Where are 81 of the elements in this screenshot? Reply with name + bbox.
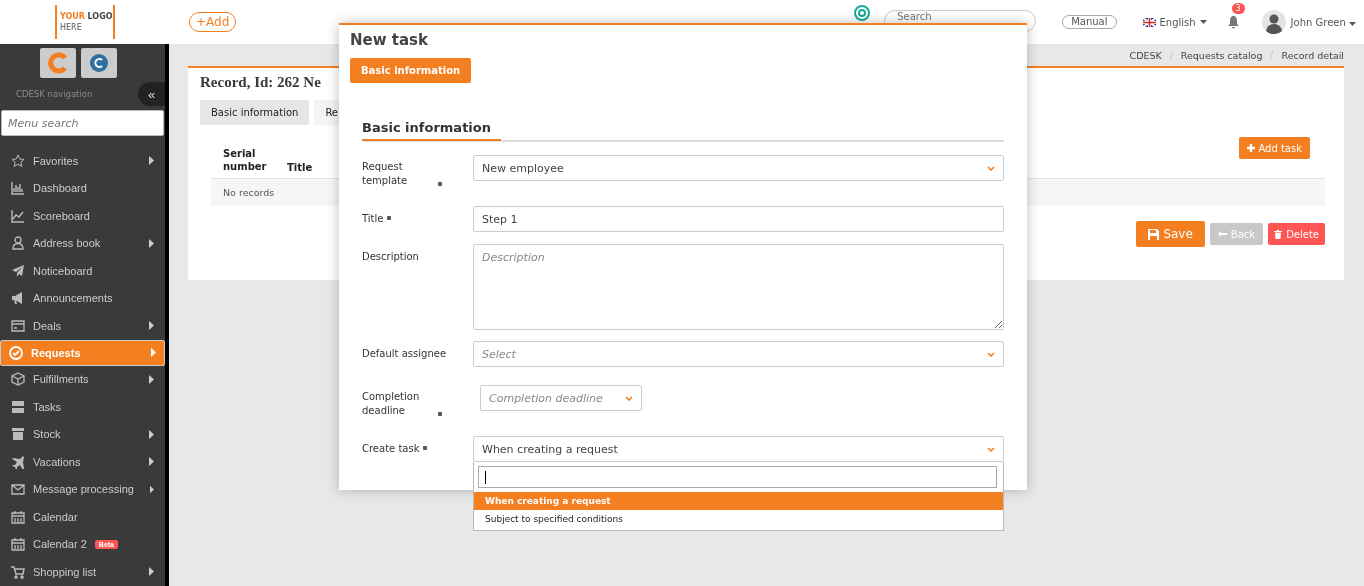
collapse-button[interactable]: « [138, 82, 165, 106]
record-title: Record, Id: 262 Ne [200, 74, 321, 91]
logo-text: LOGO [87, 12, 113, 21]
paper-plane-icon [11, 263, 25, 278]
arrow-left-icon [1217, 231, 1227, 237]
select-field[interactable]: Completion deadline [480, 385, 642, 411]
sidebar-item[interactable]: Favorites [0, 147, 165, 175]
notification-badge: 3 [1231, 3, 1245, 14]
trash-icon [1274, 229, 1283, 239]
target-icon[interactable] [854, 5, 871, 21]
select-field[interactable]: Select [473, 341, 1004, 367]
bar-chart-icon [11, 181, 25, 196]
field-label: Request template [362, 160, 409, 188]
breadcrumb-link[interactable]: Requests catalog [1180, 49, 1263, 61]
bell-icon[interactable] [1226, 15, 1240, 29]
language-dropdown[interactable]: English [1142, 16, 1207, 28]
sidebar-item[interactable]: Stock [0, 420, 165, 448]
avatar-icon[interactable] [1261, 10, 1286, 34]
column-header: Serial number [223, 147, 268, 173]
cart-icon [11, 564, 25, 579]
textarea-field[interactable]: Description [473, 244, 1004, 330]
breadcrumb-link[interactable]: Record detail [1281, 49, 1344, 61]
flag-icon [1142, 17, 1156, 27]
field-label: Completion deadline [362, 390, 421, 418]
sidebar-item[interactable]: Deals [0, 312, 165, 340]
field-label: Create task [362, 442, 420, 456]
line-chart-icon [11, 208, 25, 223]
sidebar-item[interactable]: Message processing [0, 475, 165, 503]
chevron-down-icon [987, 165, 995, 171]
caret-icon [1199, 20, 1207, 24]
logo-text: HERE [60, 22, 83, 33]
app-tile[interactable] [81, 48, 117, 78]
field-label: Default assignee [362, 347, 447, 361]
dropdown-option[interactable]: Subject to specified conditions [474, 510, 1003, 528]
c-logo-icon [47, 52, 69, 74]
sidebar-item[interactable]: Dashboard [0, 174, 165, 202]
airplane-icon [11, 454, 25, 469]
sidebar-item[interactable]: Shopping list [0, 558, 165, 586]
person-icon [11, 236, 25, 251]
archive-icon [11, 427, 25, 442]
menu-search-field[interactable]: Menu search [1, 110, 164, 136]
sidebar-item[interactable]: Noticeboard [0, 257, 165, 285]
megaphone-icon [11, 291, 25, 306]
sidebar-caption: CDESK navigation [16, 89, 93, 99]
box-icon [11, 372, 25, 387]
chevron-down-icon [987, 446, 995, 452]
logo-text: YOUR [60, 12, 85, 21]
tab[interactable]: Basic information [200, 100, 310, 125]
star-icon [11, 153, 25, 168]
sidebar-item[interactable]: Tasks [0, 393, 165, 421]
dropdown-search-field[interactable] [478, 466, 997, 488]
input-field[interactable]: Step 1 [473, 206, 1004, 232]
manual-button[interactable]: Manual [1062, 15, 1117, 29]
section-heading: Basic information [362, 120, 501, 141]
c-logo-icon [89, 53, 109, 73]
calendar-icon [11, 537, 25, 552]
stack-icon [11, 399, 25, 414]
plus-icon [1247, 144, 1256, 152]
sidebar-item[interactable]: Announcements [0, 284, 165, 312]
floppy-icon [1148, 228, 1160, 240]
sidebar-item[interactable]: Address book [0, 229, 165, 257]
modal-title: New task [350, 31, 429, 49]
envelope-icon [11, 482, 25, 497]
column-header: Title [287, 162, 314, 173]
app-tile[interactable] [40, 48, 76, 78]
field-label: Description [362, 250, 419, 264]
sidebar-item[interactable]: Calendar [0, 503, 165, 531]
sidebar-item[interactable]: Fulfillments [0, 365, 165, 393]
empty-message: No records [223, 187, 275, 198]
field-label: Title [362, 212, 384, 226]
select-field[interactable]: When creating a request [473, 436, 1004, 462]
chevron-down-icon [625, 395, 633, 401]
caret-icon [1349, 21, 1356, 26]
sidebar-item[interactable]: Vacations [0, 448, 165, 476]
chevron-down-icon [987, 351, 995, 357]
breadcrumb-link[interactable]: CDESK [1129, 49, 1162, 61]
sidebar-item[interactable]: Scoreboard [0, 202, 165, 230]
user-menu[interactable]: John Green [1290, 16, 1356, 28]
card-icon [11, 318, 25, 333]
select-field[interactable]: New employee [473, 155, 1004, 181]
calendar-icon [11, 509, 25, 524]
